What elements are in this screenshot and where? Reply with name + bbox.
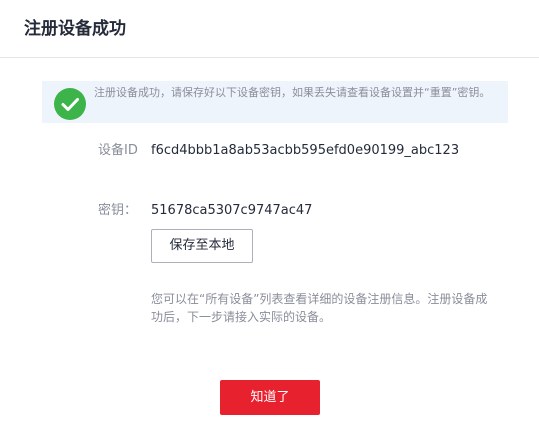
dialog-title: 注册设备成功 [24, 19, 126, 39]
device-key-label: 密钥： [98, 203, 138, 218]
device-key-value: 51678ca5307c9747ac47 [151, 203, 313, 218]
success-notice: 注册设备成功，请保存好以下设备密钥，如果丢失请查看设备设置并“重置”密钥。 [42, 81, 508, 123]
ok-button[interactable]: 知道了 [220, 380, 320, 415]
help-text: 您可以在“所有设备”列表查看详细的设备注册信息。注册设备成功后，下一步请接入实际… [151, 292, 488, 324]
check-circle-icon [54, 88, 86, 120]
notice-text: 注册设备成功，请保存好以下设备密钥，如果丢失请查看设备设置并“重置”密钥。 [94, 86, 491, 99]
save-local-button[interactable]: 保存至本地 [151, 229, 253, 263]
dialog-header: 注册设备成功 [0, 0, 539, 58]
device-id-label: 设备ID [98, 143, 138, 158]
register-success-dialog: 注册设备成功 注册设备成功，请保存好以下设备密钥，如果丢失请查看设备设置并“重置… [0, 0, 539, 448]
device-id-value: f6cd4bbb1a8ab53acbb595efd0e90199_abc123 [151, 143, 460, 158]
